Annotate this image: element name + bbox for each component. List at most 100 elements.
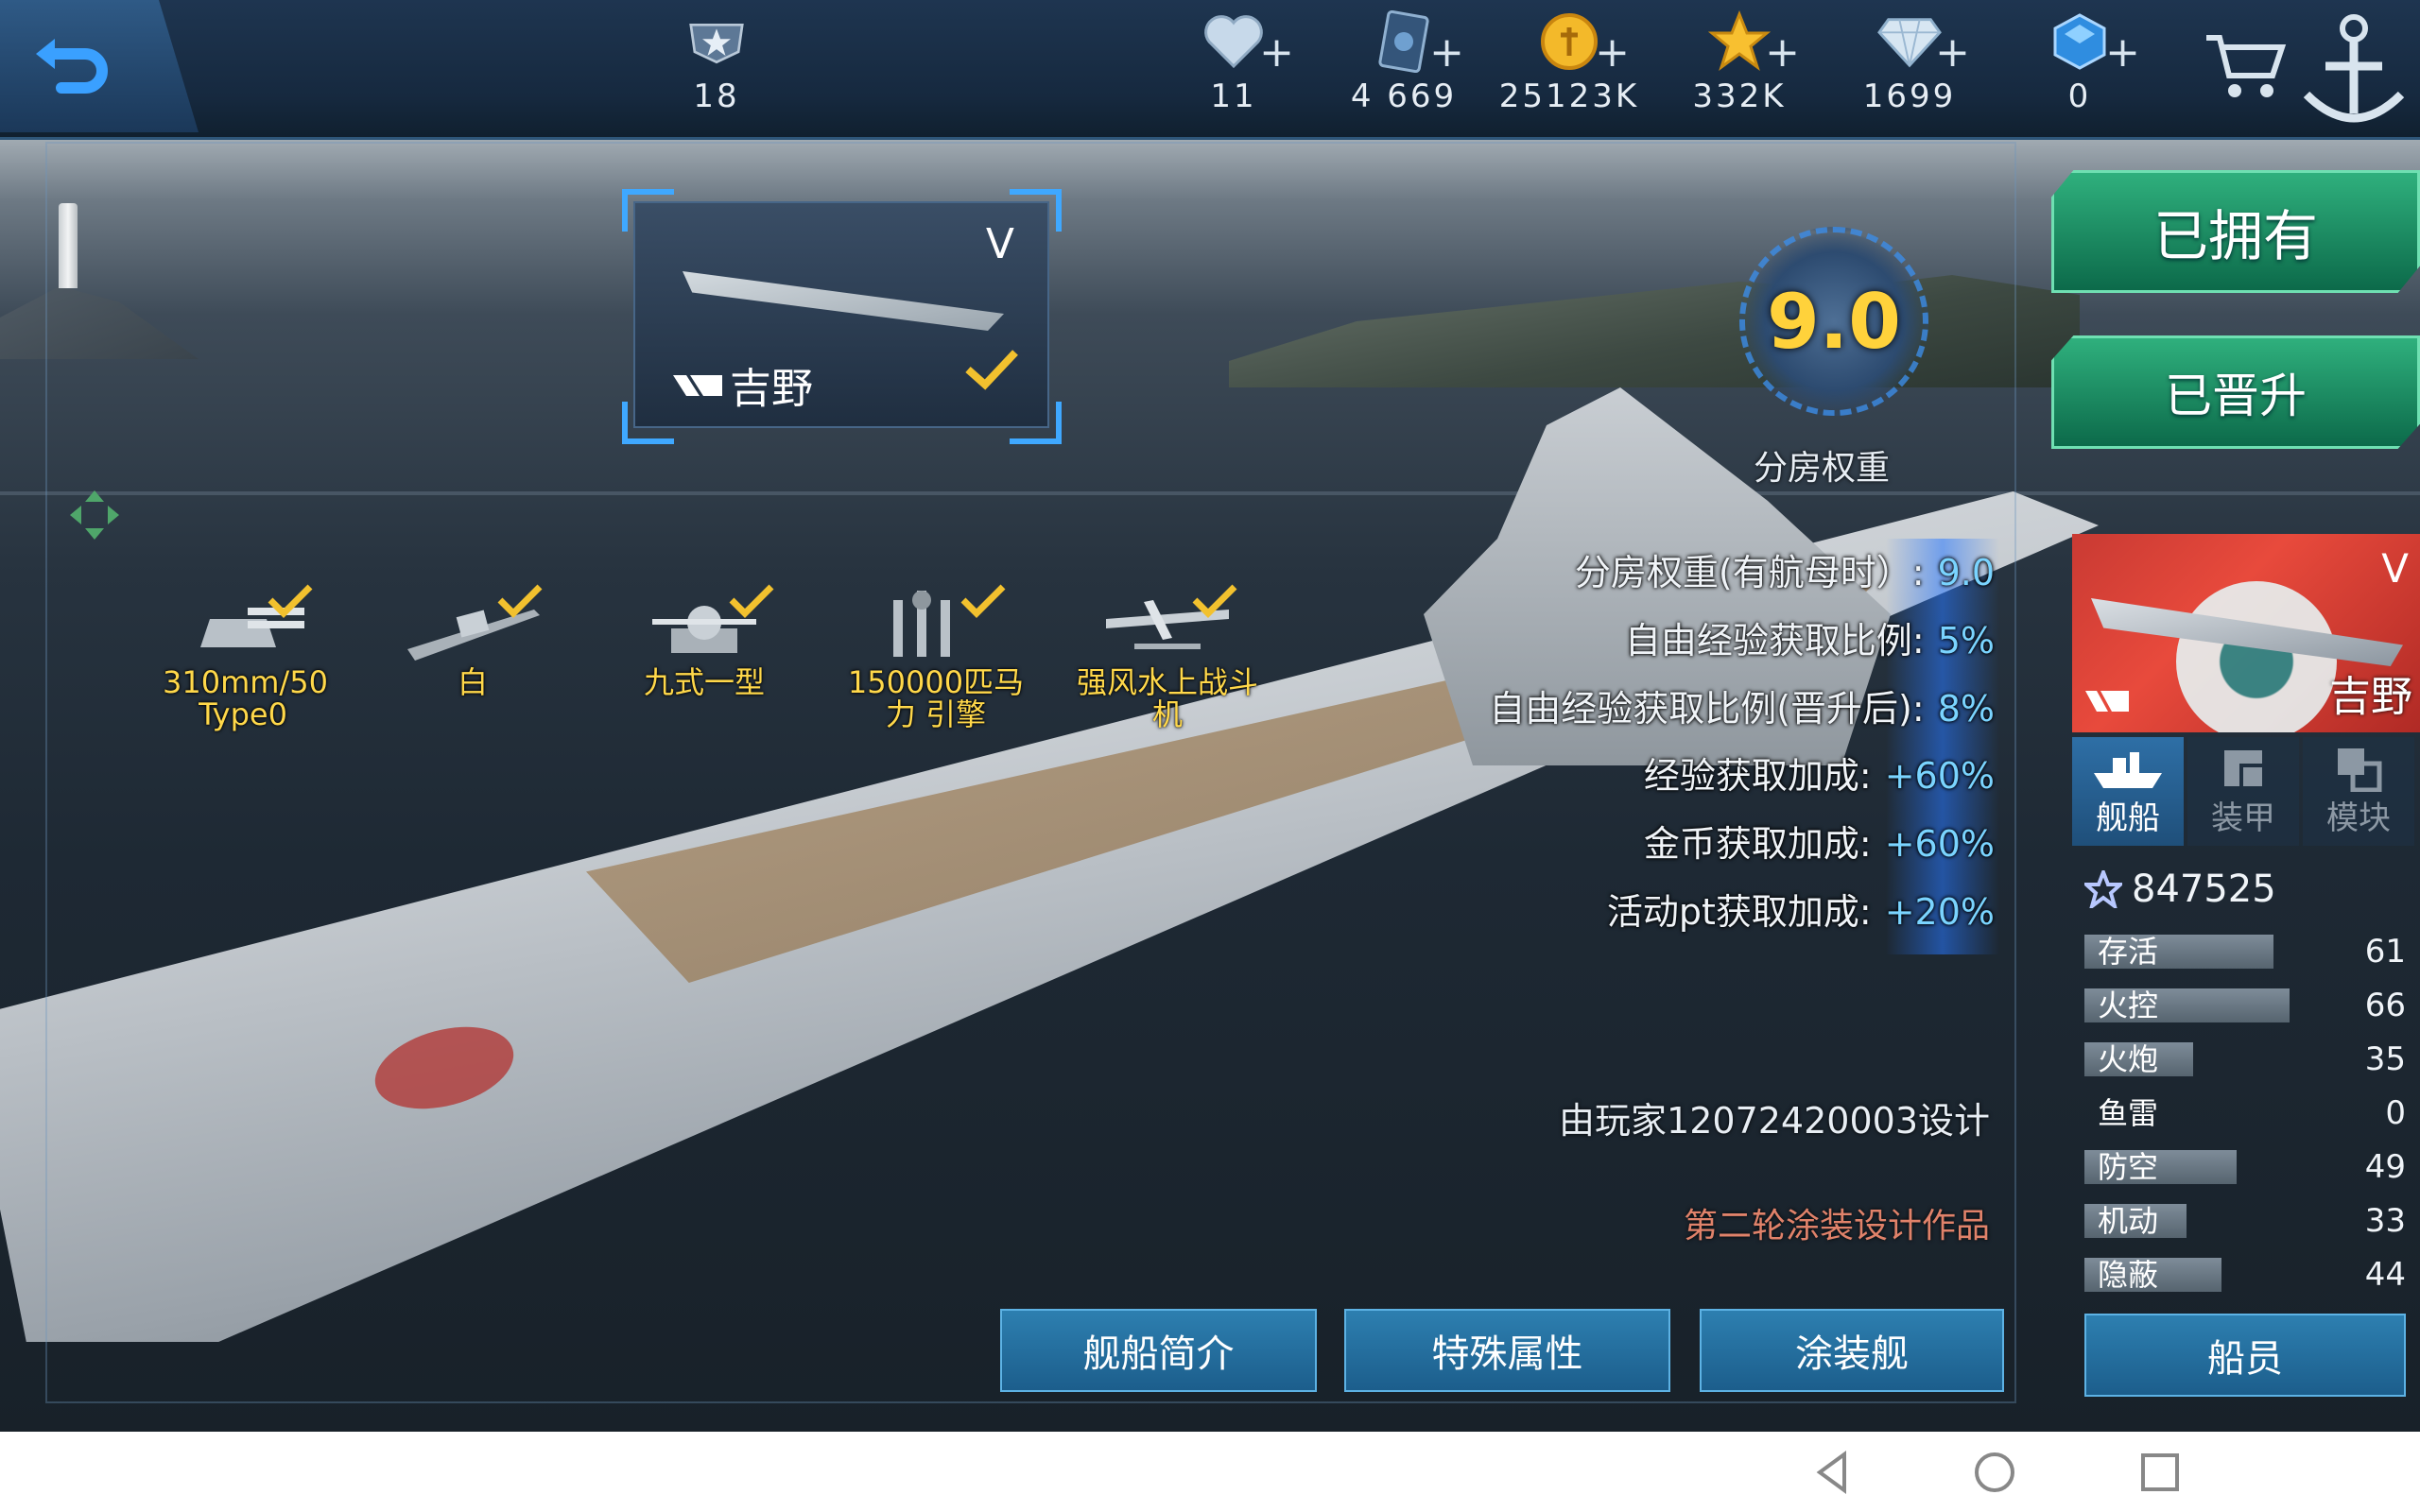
resource-star[interactable]: + 332K [1683,0,1800,132]
equipment-secondary[interactable]: 白 [373,581,572,698]
resource-gold[interactable]: + 25123K [1494,0,1645,132]
owned-button[interactable]: 已拥有 [2051,170,2420,293]
back-button[interactable] [0,0,199,132]
nav-recents-icon[interactable] [2136,1449,2184,1496]
star-icon [2084,870,2122,908]
rating-value: 9.0 [1767,277,1901,366]
tab-armor[interactable]: 装甲 [2187,737,2299,846]
ship-tier: V [2381,545,2409,592]
back-arrow-icon [36,39,108,94]
heart-icon: + [1201,9,1294,74]
resource-card[interactable]: + 4 669 [1342,0,1465,132]
attribute-value: 35 [2364,1040,2406,1078]
attribute-row: 隐蔽 44 [2084,1254,2406,1296]
attribute-value: 49 [2364,1148,2406,1186]
equipment-seaplane[interactable]: 强风水上战斗机 [1068,581,1267,730]
equipment-main-gun[interactable]: 310mm/50 Type0 [144,581,342,730]
selected-ship-card[interactable]: V 吉野 [633,201,1049,428]
stat-value: +60% [1884,755,1995,797]
attribute-row: 存活 61 [2084,931,2406,972]
card-corner [1010,402,1062,444]
stat-label: 活动pt获取加成: [1606,891,1872,933]
attribute-value: 33 [2364,1202,2406,1240]
promoted-button[interactable]: 已晋升 [2051,335,2420,449]
stat-label: 自由经验获取比例: [1624,620,1925,662]
rank-value: 18 [693,77,740,115]
view-rotate-icon[interactable] [66,487,123,543]
rank-shield-icon [684,9,749,74]
attribute-row: 防空 49 [2084,1146,2406,1188]
check-icon [729,584,774,618]
skin-ship-button[interactable]: 涂装舰 [1700,1309,2004,1392]
crew-button[interactable]: 船员 [2084,1314,2406,1397]
special-attributes-button[interactable]: 特殊属性 [1344,1309,1670,1392]
gold-coin-icon: + [1537,9,1630,74]
equipment-name: 白 [457,664,488,700]
resource-heart[interactable]: + 11 [1186,0,1294,132]
check-icon [965,350,1018,390]
blue-gem-icon: + [2048,9,2140,74]
plus-icon[interactable]: + [1935,32,1970,74]
equipment-name: 310mm/50 Type0 [163,664,328,732]
check-icon [960,584,1006,618]
attribute-name: 火炮 [2098,1041,2159,1077]
attribute-value: 61 [2364,933,2406,971]
attribute-name: 隐蔽 [2098,1257,2159,1293]
stat-row: 自由经验获取比例: 5% [1625,611,1995,663]
diamond-icon: + [1877,9,1970,74]
top-bar: 18 + 11 + 4 669 + 25123K + 332K + 1699 +… [0,0,2420,140]
tab-module[interactable]: 模块 [2303,737,2414,846]
resource-value: 11 [1210,77,1257,115]
resource-value: 4 669 [1350,77,1458,115]
rating-circle: 9.0 [1739,227,1928,416]
attribute-name: 存活 [2098,934,2159,970]
plus-icon[interactable]: + [1765,32,1800,74]
card-icon: + [1372,9,1464,74]
stat-row: 分房权重(有航母时）: 9.0 [1575,543,1995,595]
ship-name: 吉野 [2329,673,2412,721]
tab-label: 模块 [2326,799,2391,837]
attribute-value: 0 [2385,1094,2406,1132]
ship-intro-button[interactable]: 舰船简介 [1000,1309,1317,1392]
plus-icon[interactable]: + [1429,32,1464,74]
stat-label: 分房权重(有航母时）: [1574,552,1925,593]
armor-icon [2224,750,2262,786]
resource-gem[interactable]: + 0 [2032,0,2140,132]
score-value: 847525 [2132,868,2276,911]
equipment-fire-control[interactable]: 九式一型 [605,581,804,698]
equipment-name: 150000匹马力 引擎 [847,664,1025,732]
port-anchor-button[interactable] [2288,0,2420,140]
plus-icon[interactable]: + [1595,32,1630,74]
stat-value: 8% [1937,688,1995,730]
resource-diamond[interactable]: + 1699 [1853,0,1970,132]
designer-credit: 由玩家12072420003设计 [1559,1100,1990,1142]
check-icon [268,584,313,618]
plus-icon[interactable]: + [1259,32,1294,74]
equipment-engine[interactable]: 150000匹马力 引擎 [837,581,1035,730]
ship-name: 吉野 [730,365,813,413]
stat-label: 自由经验获取比例(晋升后): [1489,688,1925,730]
check-icon [1192,584,1237,618]
shopping-cart-icon [2206,35,2287,97]
nav-home-icon[interactable] [1971,1449,2018,1496]
card-corner [1010,189,1062,232]
star-icon: + [1707,9,1800,74]
attribute-name: 防空 [2098,1149,2159,1185]
stat-value: +60% [1884,823,1995,865]
attribute-name: 机动 [2098,1203,2159,1239]
attribute-name: 鱼雷 [2098,1095,2159,1131]
attribute-row: 火控 66 [2084,985,2406,1026]
ship-flag-card: V 吉野 [2072,534,2420,732]
tab-ship[interactable]: 舰船 [2072,737,2184,846]
stat-label: 经验获取加成: [1643,755,1872,797]
card-corner [622,402,674,444]
shop-cart-button[interactable] [2203,28,2288,104]
equipment-name: 九式一型 [643,664,765,700]
rank-badge[interactable]: 18 [669,0,764,132]
nation-emblem [2176,581,2337,732]
nav-back-icon[interactable] [1810,1449,1858,1496]
attribute-row: 机动 33 [2084,1200,2406,1242]
nation-flag-icon [2085,691,2129,712]
stat-value: 5% [1937,620,1995,662]
plus-icon[interactable]: + [2105,32,2140,74]
